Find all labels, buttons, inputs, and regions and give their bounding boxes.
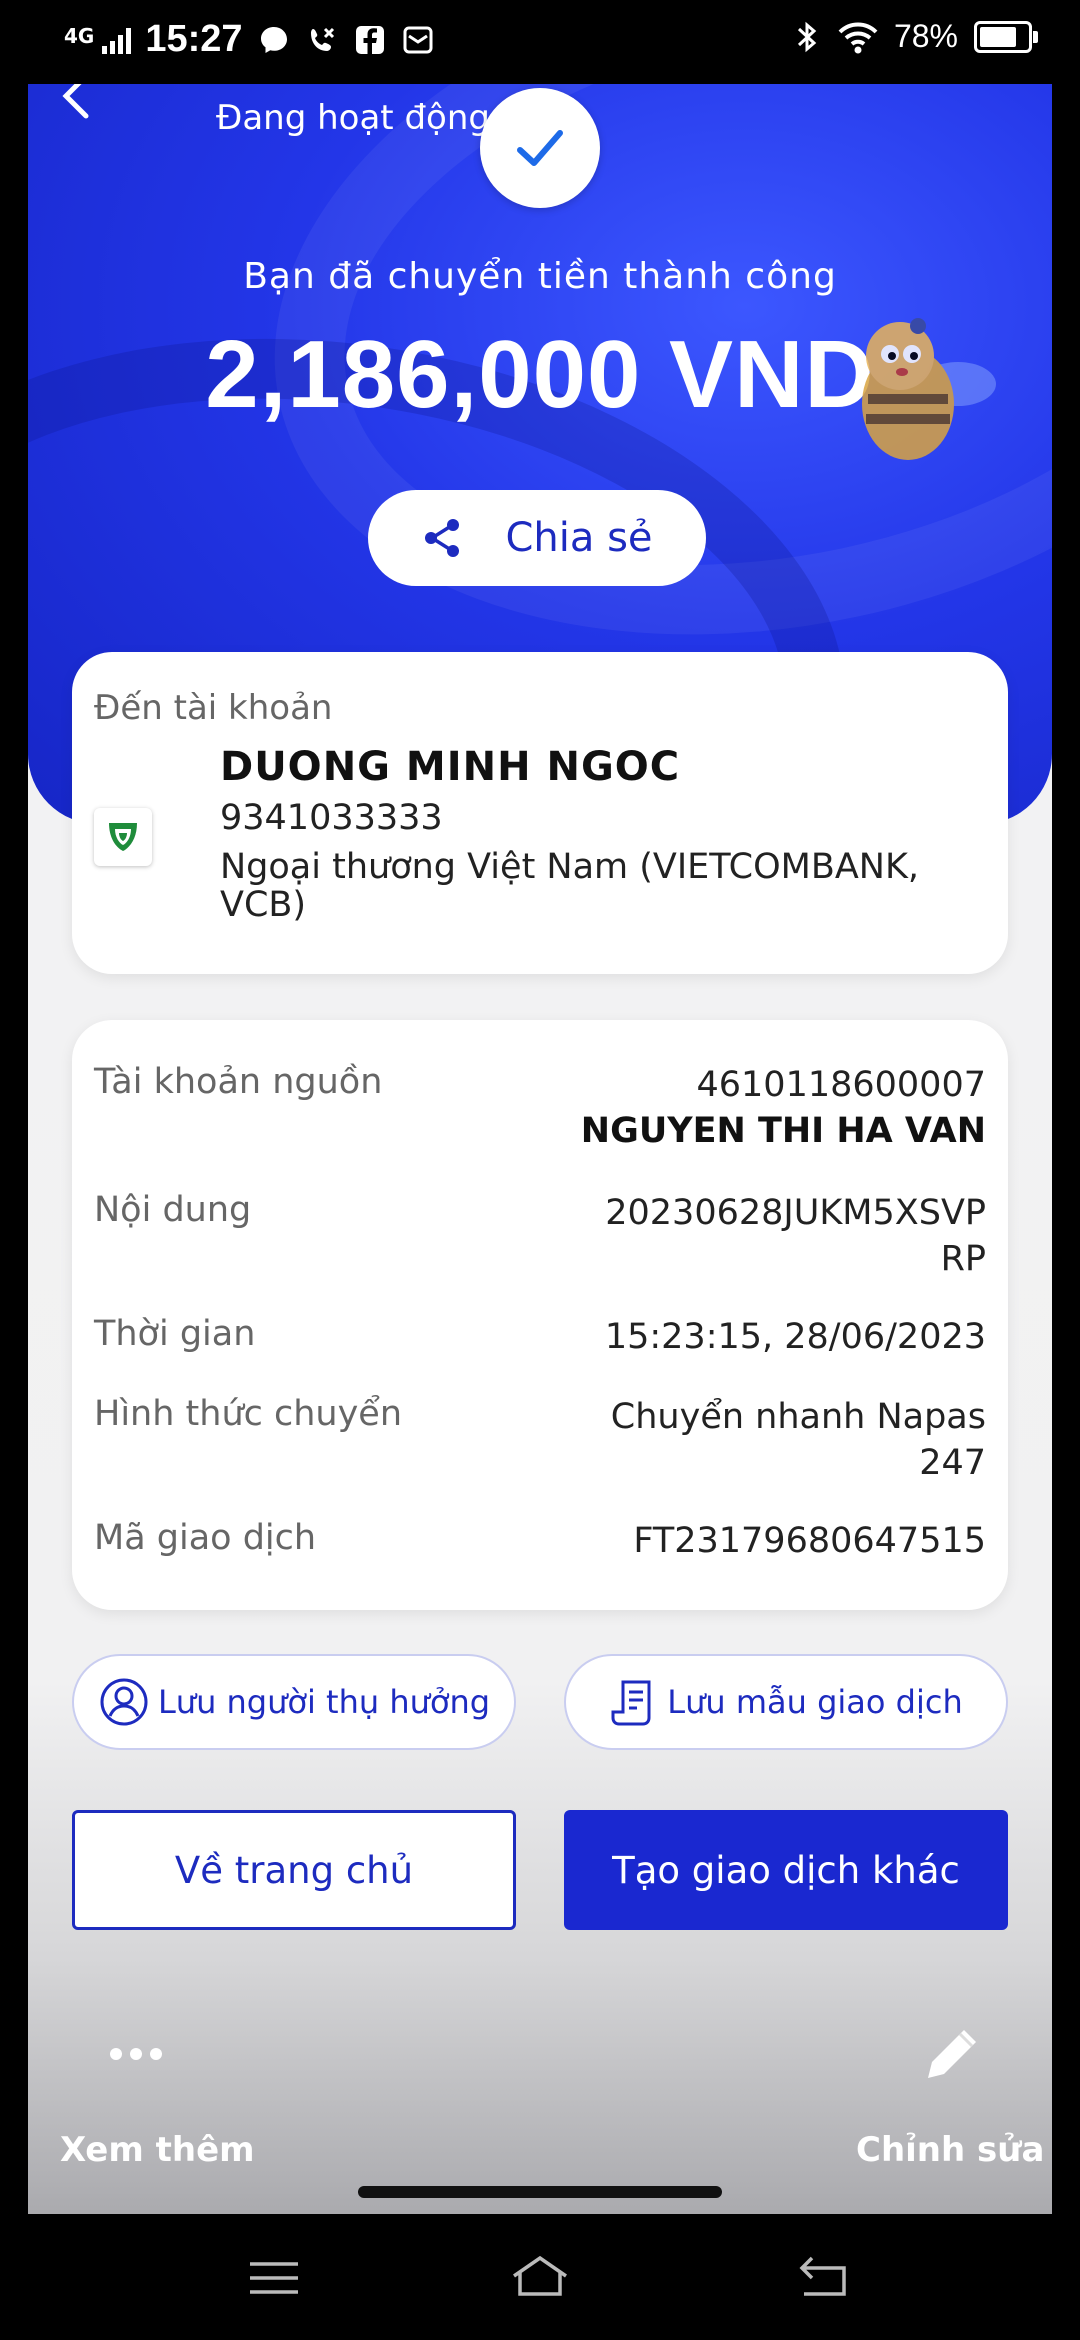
receipt-icon xyxy=(611,1680,651,1726)
edit-label[interactable]: Chỉnh sửa xyxy=(856,2130,1044,2170)
network-type: 4G xyxy=(64,23,95,48)
detail-label: Tài khoản nguồn xyxy=(94,1062,383,1102)
transfer-method-line1: Chuyển nhanh Napas xyxy=(610,1397,986,1437)
signal-icon xyxy=(102,26,132,54)
more-dots-icon[interactable] xyxy=(110,2048,170,2064)
save-template-label: Lưu mẫu giao dịch xyxy=(667,1683,963,1721)
transfer-content-line1: 20230628JUKM5XSVP xyxy=(605,1193,986,1233)
menu-icon[interactable] xyxy=(244,2250,304,2306)
detail-row-source-account: Tài khoản nguồn 4610118600007 NGUYEN THI… xyxy=(94,1062,986,1162)
wifi-icon xyxy=(838,22,878,53)
battery-icon xyxy=(974,20,1038,53)
detail-label: Mã giao dịch xyxy=(94,1518,317,1558)
share-label: Chia sẻ xyxy=(505,515,653,561)
save-payee-button[interactable]: Lưu người thụ hưởng xyxy=(72,1654,516,1750)
save-payee-label: Lưu người thụ hưởng xyxy=(157,1683,491,1721)
detail-row-transaction-id: Mã giao dịch FT23179680647515 xyxy=(94,1518,986,1568)
recipient-account-number: 9341033333 xyxy=(220,798,443,838)
detail-label: Nội dung xyxy=(94,1190,252,1230)
share-icon xyxy=(425,519,460,557)
detail-value: 20230628JUKM5XSVP RP xyxy=(605,1190,986,1282)
new-transaction-button[interactable]: Tạo giao dịch khác xyxy=(564,1810,1008,1930)
app-screen: Đang hoạt động Bạn đã chuyển tiền thành … xyxy=(28,84,1052,2214)
detail-label: Thời gian xyxy=(94,1314,256,1354)
destination-label: Đến tài khoản xyxy=(94,688,333,728)
recipient-bank: Ngoại thương Việt Nam (VIETCOMBANK, VCB) xyxy=(220,847,920,925)
detail-row-method: Hình thức chuyển Chuyển nhanh Napas 247 xyxy=(94,1394,986,1494)
vietcombank-logo-icon xyxy=(94,808,152,866)
transaction-id: FT23179680647515 xyxy=(633,1521,986,1561)
system-navigation-bar xyxy=(0,2214,1080,2340)
detail-value: 4610118600007 NGUYEN THI HA VAN xyxy=(581,1062,986,1154)
pencil-icon[interactable] xyxy=(920,2026,980,2086)
battery-percent: 78% xyxy=(893,18,958,54)
success-check-badge xyxy=(480,88,600,208)
home-indicator[interactable] xyxy=(358,2186,722,2198)
home-icon[interactable] xyxy=(508,2250,572,2306)
clock: 15:27 xyxy=(145,18,243,60)
destination-account-card: Đến tài khoản DUONG MINH NGOC 9341033333… xyxy=(72,652,1008,974)
back-home-button[interactable]: Về trang chủ xyxy=(72,1810,516,1930)
detail-label: Hình thức chuyển xyxy=(94,1394,403,1434)
transfer-content-line2: RP xyxy=(940,1239,986,1279)
detail-row-content: Nội dung 20230628JUKM5XSVP RP xyxy=(94,1190,986,1290)
transaction-details-card: Tài khoản nguồn 4610118600007 NGUYEN THI… xyxy=(72,1020,1008,1610)
save-template-button[interactable]: Lưu mẫu giao dịch xyxy=(564,1654,1008,1750)
back-arrow-icon[interactable] xyxy=(56,84,106,122)
detail-row-time: Thời gian 15:23:15, 28/06/2023 xyxy=(94,1314,986,1364)
back-icon[interactable] xyxy=(794,2250,854,2306)
bee-mascot-icon xyxy=(862,318,996,460)
user-circle-icon xyxy=(100,1678,148,1726)
status-bar: 4G 15:27 78% xyxy=(0,0,1080,84)
transfer-method-line2: 247 xyxy=(919,1443,986,1483)
recipient-name: DUONG MINH NGOC xyxy=(220,744,681,790)
success-message: Bạn đã chuyển tiền thành công xyxy=(243,256,837,297)
facebook-icon xyxy=(355,25,384,54)
mail-icon xyxy=(403,26,433,53)
bluetooth-icon xyxy=(797,21,817,52)
messenger-icon xyxy=(260,26,287,53)
detail-value: Chuyển nhanh Napas 247 xyxy=(611,1394,986,1486)
share-button[interactable]: Chia sẻ xyxy=(368,490,706,586)
source-account-number: 4610118600007 xyxy=(696,1065,987,1105)
online-status: Đang hoạt động xyxy=(216,98,490,138)
source-account-name: NGUYEN THI HA VAN xyxy=(580,1111,986,1151)
more-label[interactable]: Xem thêm xyxy=(60,2130,255,2170)
checkmark-icon xyxy=(517,130,563,166)
transfer-time: 15:23:15, 28/06/2023 xyxy=(604,1317,986,1357)
missed-call-icon xyxy=(310,27,334,51)
